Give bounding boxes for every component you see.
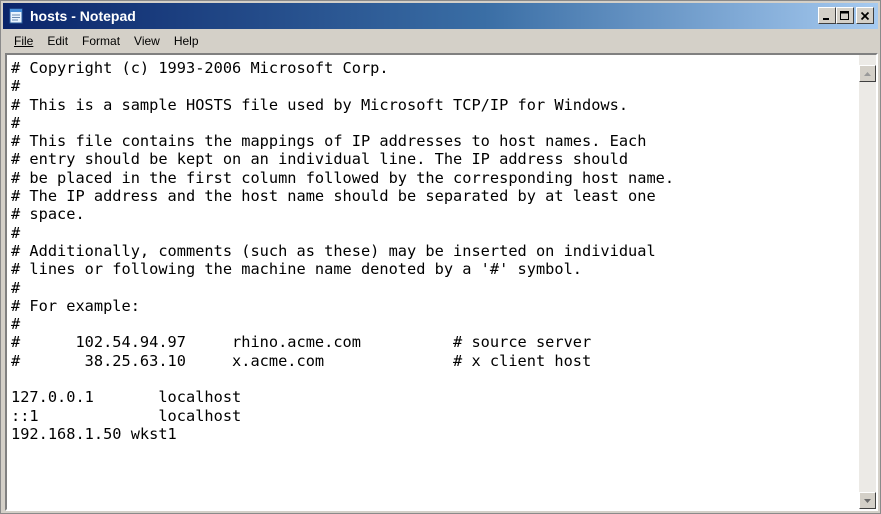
menu-view-label: View: [134, 34, 160, 48]
text-line: # Copyright (c) 1993-2006 Microsoft Corp…: [11, 59, 389, 77]
text-line: 192.168.1.50 wkst1: [11, 424, 177, 443]
text-line: # This file contains the mappings of IP …: [11, 132, 647, 151]
text-line: # space.: [11, 205, 85, 224]
text-line: # entry should be kept on an individual …: [11, 150, 629, 169]
vertical-scrollbar[interactable]: [859, 55, 876, 509]
text-line: # 38.25.63.10 x.acme.com # x client host: [11, 351, 592, 370]
text-line: [11, 370, 857, 388]
menu-file-label: File: [14, 34, 34, 48]
close-button[interactable]: [856, 7, 874, 24]
text-line: 127.0.0.1 localhost: [11, 388, 242, 407]
text-line: #: [11, 278, 21, 297]
text-line: # For example:: [11, 296, 140, 315]
text-line: # be placed in the first column followed…: [11, 168, 675, 187]
text-line: #: [11, 113, 21, 132]
title-bar[interactable]: hosts - Notepad: [3, 3, 878, 29]
text-line: #: [11, 223, 21, 242]
scroll-down-button[interactable]: [859, 492, 876, 509]
menu-bar: File Edit Format View Help: [3, 31, 878, 51]
maximize-icon: [840, 10, 849, 20]
menu-format[interactable]: Format: [75, 34, 127, 48]
notepad-icon[interactable]: [8, 8, 24, 24]
menu-edit[interactable]: Edit: [40, 34, 75, 48]
text-line: # lines or following the machine name de…: [11, 260, 582, 279]
text-line: # Additionally, comments (such as these)…: [11, 241, 656, 260]
minimize-button[interactable]: [818, 7, 836, 24]
text-line: #: [11, 315, 21, 334]
text-line: ::1 localhost: [11, 406, 242, 425]
menu-view[interactable]: View: [127, 34, 167, 48]
text-line: # 102.54.94.97 rhino.acme.com # source s…: [11, 333, 592, 352]
menu-help-label: Help: [173, 34, 199, 48]
text-editing-area[interactable]: # Copyright (c) 1993-2006 Microsoft Corp…: [7, 55, 857, 509]
notepad-window: hosts - Notepad File Edit Format View He…: [0, 0, 881, 514]
editor-frame: # Copyright (c) 1993-2006 Microsoft Corp…: [5, 53, 878, 511]
text-line: # This is a sample HOSTS file used by Mi…: [11, 95, 629, 114]
window-title: hosts - Notepad: [30, 8, 136, 24]
scroll-down-arrow-icon: [864, 498, 871, 503]
scroll-up-button[interactable]: [859, 65, 876, 82]
menu-edit-label: Edit: [47, 34, 69, 48]
menu-help[interactable]: Help: [167, 34, 206, 48]
caption-buttons: [818, 7, 874, 24]
menu-format-label: Format: [82, 34, 121, 48]
close-icon: [860, 11, 870, 20]
maximize-button[interactable]: [836, 7, 854, 24]
menu-file[interactable]: File: [7, 34, 40, 48]
scroll-up-arrow-icon: [864, 71, 871, 76]
text-line: # The IP address and the host name shoul…: [11, 187, 656, 206]
minimize-icon: [823, 17, 829, 20]
text-line: #: [11, 77, 21, 96]
